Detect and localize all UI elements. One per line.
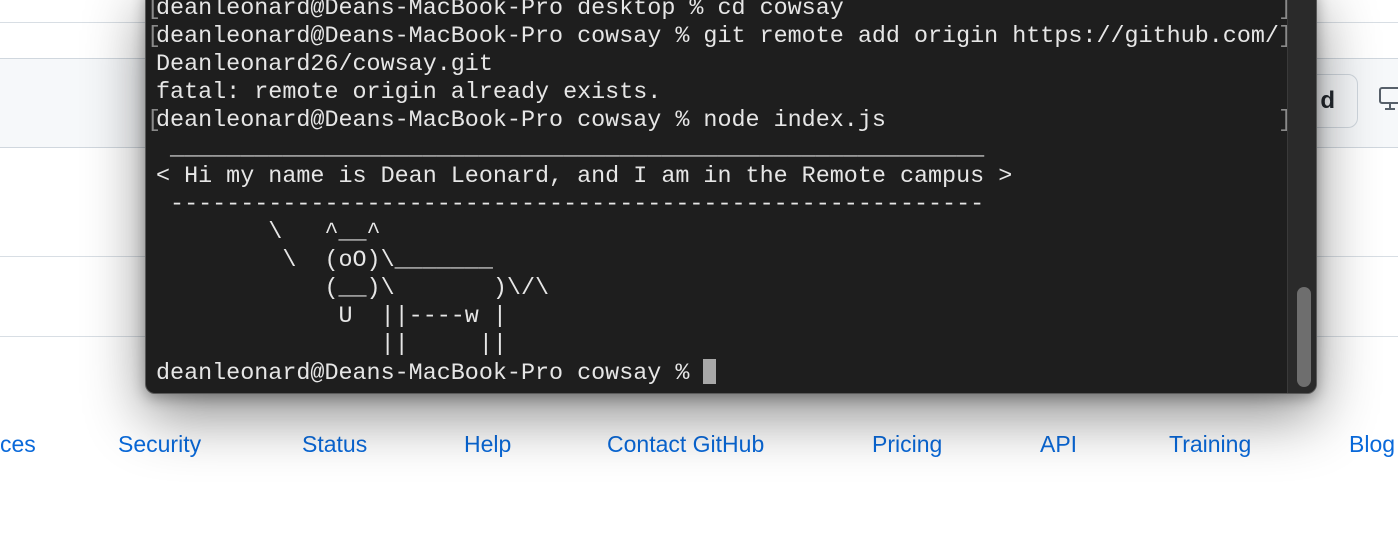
terminal-line-text: fatal: remote origin already exists. — [156, 80, 662, 106]
terminal-line-text: Deanleonard26/cowsay.git — [156, 52, 493, 78]
footer-link[interactable]: Contact GitHub — [607, 428, 764, 460]
terminal-line: || || — [156, 331, 1286, 359]
terminal-line: fatal: remote origin already exists. — [156, 79, 1286, 107]
terminal-line: (__)\ )\/\ — [156, 275, 1286, 303]
terminal-line: ----------------------------------------… — [156, 191, 1286, 219]
terminal-line: deanleonard@Deans-MacBook-Pro cowsay % — [156, 359, 1286, 387]
text-cursor — [703, 359, 717, 384]
terminal-line: [] deanleonard@Deans-MacBook-Pro cowsay %… — [147, 107, 1292, 135]
desktop-icon[interactable] — [1378, 86, 1398, 112]
terminal-line: ________________________________________… — [156, 135, 1286, 163]
terminal-line-text: (__)\ )\/\ — [156, 276, 550, 302]
footer-link[interactable]: Security — [118, 428, 201, 460]
footer-link[interactable]: Status — [302, 428, 367, 460]
terminal-line-text: ________________________________________… — [156, 136, 985, 162]
terminal-line: \ ^__^ — [156, 219, 1286, 247]
terminal-line-text: ----------------------------------------… — [156, 192, 985, 218]
terminal-line-text: \ ^__^ — [156, 220, 381, 246]
footer-link[interactable]: Pricing — [872, 428, 942, 460]
terminal-line: [] deanleonard@Deans-MacBook-Pro cowsay %… — [147, 23, 1292, 51]
partial-button-label: d — [1320, 87, 1335, 114]
line-marker-left: [ — [147, 108, 162, 134]
line-marker-left: [ — [147, 24, 162, 50]
terminal-scrollbar[interactable] — [1287, 0, 1316, 393]
terminal-output: [] deanleonard@Deans-MacBook-Pro desktop … — [147, 0, 1292, 387]
footer-link[interactable]: Blog — [1349, 428, 1395, 460]
terminal-scrollbar-thumb[interactable] — [1297, 287, 1311, 387]
terminal-line: U ||----w | — [156, 303, 1286, 331]
terminal-line-text: U ||----w | — [156, 304, 507, 330]
terminal-line-text: deanleonard@Deans-MacBook-Pro cowsay % g… — [156, 24, 1279, 50]
terminal-line: < Hi my name is Dean Leonard, and I am i… — [156, 163, 1286, 191]
footer-links: ces Security Status Help Contact GitHub Prici… — [0, 428, 1398, 460]
footer-link[interactable]: ces — [0, 428, 36, 460]
terminal-window[interactable]: [] deanleonard@Deans-MacBook-Pro desktop … — [145, 0, 1317, 394]
footer-link[interactable]: API — [1040, 428, 1077, 460]
terminal-line-text: < Hi my name is Dean Leonard, and I am i… — [156, 164, 1013, 190]
line-marker-left: [ — [147, 0, 162, 22]
footer-link[interactable]: Help — [464, 428, 511, 460]
terminal-line-text: || || — [156, 332, 507, 358]
terminal-line: Deanleonard26/cowsay.git — [156, 51, 1286, 79]
terminal-line-text: deanleonard@Deans-MacBook-Pro cowsay % — [156, 361, 704, 387]
footer-link[interactable]: Training — [1169, 428, 1251, 460]
terminal-line: \ (oO)\_______ — [156, 247, 1286, 275]
terminal-line-text: \ (oO)\_______ — [156, 248, 493, 274]
terminal-line-text: deanleonard@Deans-MacBook-Pro cowsay % n… — [156, 108, 886, 134]
terminal-line-text: deanleonard@Deans-MacBook-Pro desktop % … — [156, 0, 844, 22]
terminal-line: [] deanleonard@Deans-MacBook-Pro desktop … — [147, 0, 1292, 23]
